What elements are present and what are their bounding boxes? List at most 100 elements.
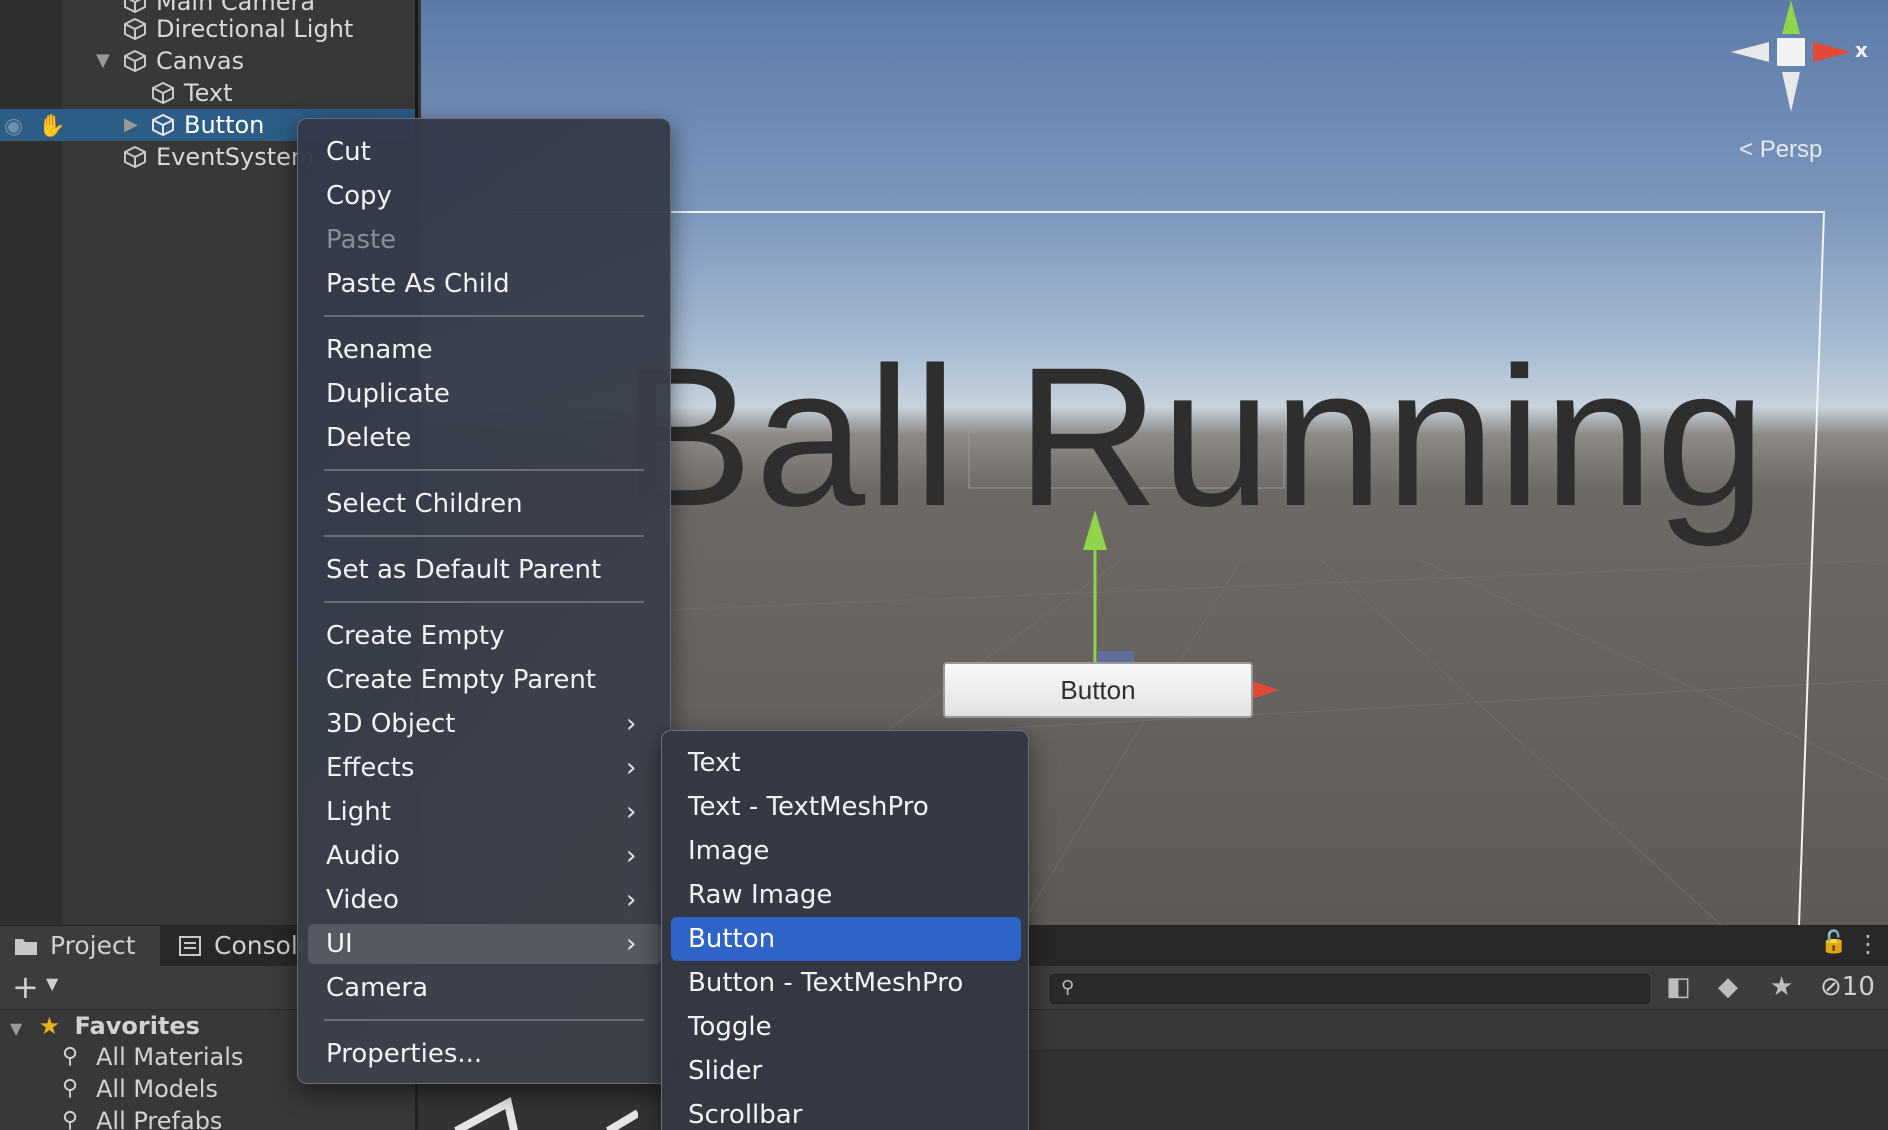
project-search-input[interactable]: ⚲	[1050, 974, 1650, 1004]
favorites-star-icon[interactable]: ★	[1770, 972, 1793, 1002]
console-icon	[179, 936, 201, 956]
menu-separator	[324, 469, 644, 471]
add-asset-button[interactable]: +	[12, 970, 39, 1004]
persp-label: Persp	[1759, 136, 1823, 163]
ui-submenu: Text Text - TextMeshPro Image Raw Image …	[661, 730, 1029, 1130]
search-icon: ⚲	[62, 1108, 79, 1130]
chevron-right-icon: ›	[626, 929, 637, 959]
hierarchy-item-directional-light[interactable]: Directional Light	[0, 13, 415, 45]
hierarchy-item-label: Button	[184, 111, 265, 139]
favorites-header[interactable]: ▼ ★ Favorites	[10, 1010, 200, 1042]
favorites-label: Favorites	[74, 1012, 200, 1040]
hierarchy-item-text[interactable]: Text	[0, 77, 415, 109]
favorites-item-all-prefabs[interactable]: ⚲ All Prefabs	[62, 1105, 222, 1130]
pickability-hand-icon[interactable]: ✋	[38, 111, 65, 143]
menu-item-create-empty[interactable]: Create Empty	[326, 616, 505, 656]
submenu-item-text[interactable]: Text	[688, 743, 741, 783]
menu-item-audio[interactable]: Audio ›	[326, 836, 636, 876]
favorites-item-all-models[interactable]: ⚲ All Models	[62, 1073, 218, 1105]
submenu-item-text-textmeshpro[interactable]: Text - TextMeshPro	[688, 787, 929, 827]
chevron-right-icon: ›	[626, 885, 637, 915]
scene-title-text: Ball Running	[621, 326, 1768, 547]
menu-item-create-empty-parent[interactable]: Create Empty Parent	[326, 660, 596, 700]
search-icon: ⚲	[1061, 977, 1075, 998]
lock-icon[interactable]: 🔓	[1820, 930, 1847, 955]
hidden-packages-count: 10	[1841, 972, 1875, 1002]
menu-item-copy[interactable]: Copy	[326, 176, 392, 216]
gameobject-icon	[124, 145, 146, 169]
hierarchy-item-label: Directional Light	[156, 15, 354, 43]
gameobject-icon	[152, 113, 174, 137]
submenu-item-scrollbar[interactable]: Scrollbar	[688, 1095, 802, 1130]
favorites-item-label: All Materials	[96, 1043, 244, 1071]
menu-item-duplicate[interactable]: Duplicate	[326, 374, 450, 414]
visibility-eye-icon[interactable]: ◉	[4, 111, 23, 143]
hierarchy-item-canvas[interactable]: ▼ Canvas	[0, 45, 415, 77]
gameobject-icon	[124, 17, 146, 41]
tab-project-label: Project	[50, 931, 136, 960]
menu-item-3d-object[interactable]: 3D Object ›	[326, 704, 636, 744]
menu-item-label: Video	[326, 885, 399, 915]
chevron-down-icon[interactable]: ▼	[46, 974, 58, 993]
projection-toggle[interactable]: < Persp	[1739, 136, 1822, 164]
menu-item-label: UI	[326, 929, 353, 959]
menu-separator	[324, 535, 644, 537]
menu-item-rename[interactable]: Rename	[326, 330, 433, 370]
context-menu: Cut Copy Paste Paste As Child Rename Dup…	[297, 118, 671, 1084]
collapsed-arrow-icon[interactable]: ▶	[124, 109, 138, 141]
chevron-right-icon: ›	[626, 753, 637, 783]
tab-project[interactable]: Project	[0, 926, 160, 966]
submenu-item-slider[interactable]: Slider	[688, 1051, 762, 1091]
submenu-item-button[interactable]: Button	[671, 917, 1021, 961]
menu-item-label: Light	[326, 797, 391, 827]
hierarchy-item-label: Text	[184, 79, 233, 107]
menu-separator	[324, 1019, 644, 1021]
submenu-item-raw-image[interactable]: Raw Image	[688, 875, 832, 915]
menu-separator	[324, 315, 644, 317]
search-by-type-icon[interactable]: ◧	[1666, 972, 1691, 1002]
menu-item-paste-as-child[interactable]: Paste As Child	[326, 264, 510, 304]
menu-item-select-children[interactable]: Select Children	[326, 484, 523, 524]
menu-item-label: Audio	[326, 841, 400, 871]
hierarchy-item-label: EventSystem	[156, 143, 315, 171]
gameobject-icon	[152, 81, 174, 105]
search-icon: ⚲	[62, 1044, 79, 1069]
gizmo-x-label: x	[1855, 38, 1868, 62]
menu-item-cut[interactable]: Cut	[326, 132, 371, 172]
star-icon: ★	[38, 1012, 61, 1040]
menu-separator	[324, 601, 644, 603]
hidden-packages-toggle[interactable]: ⊘10	[1820, 972, 1875, 1002]
more-options-icon[interactable]: ⋮	[1856, 930, 1880, 958]
menu-item-label: Effects	[326, 753, 415, 783]
gameobject-icon	[124, 0, 146, 14]
menu-item-set-default-parent[interactable]: Set as Default Parent	[326, 550, 601, 590]
eye-slash-icon: ⊘	[1820, 972, 1842, 1002]
menu-item-properties[interactable]: Properties...	[326, 1034, 482, 1074]
menu-item-paste: Paste	[326, 225, 397, 255]
orientation-gizmo[interactable]	[1731, 0, 1851, 112]
chevron-right-icon: ›	[626, 709, 637, 739]
persp-caret-icon: <	[1739, 136, 1754, 163]
search-icon: ⚲	[62, 1076, 79, 1101]
menu-item-ui[interactable]: UI ›	[308, 924, 662, 964]
search-by-label-icon[interactable]: ◆	[1718, 972, 1738, 1002]
favorites-item-all-materials[interactable]: ⚲ All Materials	[62, 1041, 243, 1073]
menu-item-effects[interactable]: Effects ›	[326, 748, 636, 788]
menu-item-light[interactable]: Light ›	[326, 792, 636, 832]
menu-item-camera[interactable]: Camera	[326, 968, 428, 1008]
folder-icon	[15, 939, 37, 955]
chevron-right-icon: ›	[626, 797, 637, 827]
menu-item-video[interactable]: Video ›	[326, 880, 636, 920]
menu-item-delete[interactable]: Delete	[326, 418, 411, 458]
menu-item-label: 3D Object	[326, 709, 456, 739]
submenu-item-button-textmeshpro[interactable]: Button - TextMeshPro	[688, 963, 963, 1003]
submenu-item-toggle[interactable]: Toggle	[688, 1007, 772, 1047]
scene-ui-button[interactable]: Button	[943, 662, 1253, 718]
favorites-item-label: All Models	[96, 1075, 218, 1103]
gameobject-icon	[124, 49, 146, 73]
submenu-item-image[interactable]: Image	[688, 831, 769, 871]
tab-console[interactable]: Console	[164, 926, 313, 966]
favorites-item-label: All Prefabs	[96, 1107, 223, 1130]
expanded-arrow-icon[interactable]: ▼	[10, 1019, 22, 1038]
expanded-arrow-icon[interactable]: ▼	[96, 45, 110, 77]
